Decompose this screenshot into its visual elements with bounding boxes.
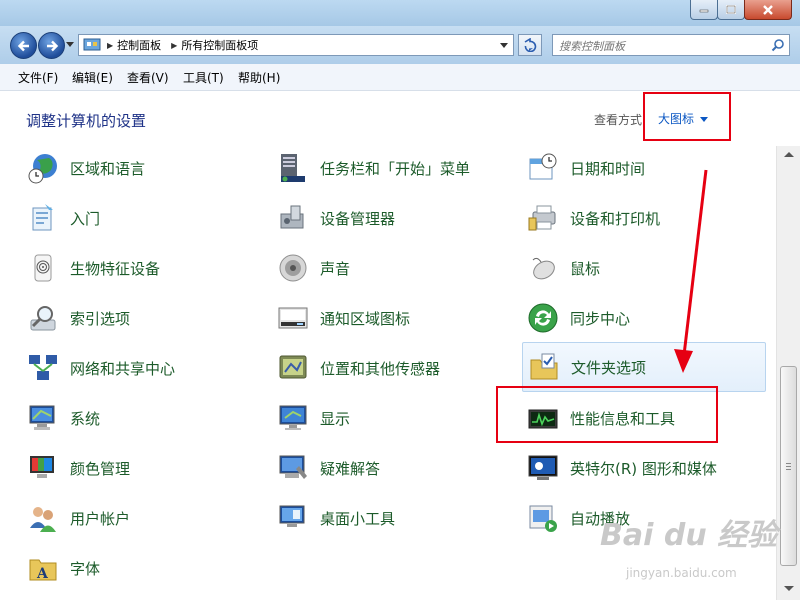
annotation-arrow — [674, 169, 708, 373]
forward-arrow-icon — [46, 40, 58, 51]
back-button[interactable] — [10, 32, 37, 59]
network-icon — [26, 351, 60, 385]
breadcrumb-control-panel[interactable]: 控制面板 — [117, 37, 161, 53]
item-sync-center[interactable]: 同步中心 — [526, 296, 630, 340]
item-notification-icons[interactable]: 通知区域图标 — [276, 296, 410, 340]
display-icon — [276, 401, 310, 435]
address-dropdown-icon[interactable] — [499, 39, 509, 51]
notification-area-icon — [276, 301, 310, 335]
item-fonts[interactable]: A 字体 — [26, 546, 100, 590]
menu-bar: 文件(F) 编辑(E) 查看(V) 工具(T) 帮助(H) — [0, 64, 800, 91]
gadgets-icon — [276, 501, 310, 535]
annotation-box-view-by — [643, 92, 731, 141]
item-user-accounts[interactable]: 用户帐户 — [26, 496, 130, 540]
view-by-label: 查看方式 — [594, 113, 643, 127]
sync-icon — [526, 301, 560, 335]
address-bar[interactable]: ▶ 控制面板 ▶ 所有控制面板项 — [78, 34, 514, 56]
item-color-management[interactable]: 颜色管理 — [26, 446, 130, 490]
search-input[interactable] — [553, 35, 771, 57]
svg-text:A: A — [36, 566, 49, 582]
item-region-language[interactable]: 区域和语言 — [26, 146, 145, 190]
baidu-watermark: Bai du 经验 — [600, 518, 778, 553]
item-location-sensors[interactable]: 位置和其他传感器 — [276, 346, 440, 390]
close-button[interactable] — [744, 0, 792, 20]
fingerprint-icon — [26, 251, 60, 285]
refresh-button[interactable] — [518, 34, 542, 56]
item-display[interactable]: 显示 — [276, 396, 350, 440]
title-bar[interactable] — [0, 0, 800, 26]
troubleshooting-icon — [276, 451, 310, 485]
mouse-icon — [526, 251, 560, 285]
search-box[interactable] — [552, 34, 790, 57]
breadcrumb-all-items[interactable]: 所有控制面板项 — [181, 37, 258, 53]
item-taskbar-start-menu[interactable]: 任务栏和「开始」菜单 — [276, 146, 470, 190]
item-desktop-gadgets[interactable]: 桌面小工具 — [276, 496, 395, 540]
item-system[interactable]: 系统 — [26, 396, 100, 440]
device-manager-icon — [276, 201, 310, 235]
scroll-up-icon[interactable] — [784, 152, 794, 157]
item-biometric[interactable]: 生物特征设备 — [26, 246, 160, 290]
page-title: 调整计算机的设置 — [26, 112, 147, 130]
item-indexing[interactable]: 索引选项 — [26, 296, 130, 340]
maximize-icon — [726, 5, 736, 14]
speaker-icon — [276, 251, 310, 285]
item-devices-printers[interactable]: 设备和打印机 — [526, 196, 660, 240]
close-icon — [763, 4, 773, 15]
item-mouse[interactable]: 鼠标 — [526, 246, 600, 290]
breadcrumb-separator-icon: ▶ — [107, 40, 114, 50]
search-icon[interactable] — [771, 38, 785, 52]
magnifier-icon — [26, 301, 60, 335]
item-intel-graphics[interactable]: 英特尔(R) 图形和媒体 — [526, 446, 717, 490]
calendar-clock-icon — [526, 151, 560, 185]
autoplay-icon — [526, 501, 560, 535]
control-panel-icon — [83, 38, 101, 51]
item-sound[interactable]: 声音 — [276, 246, 350, 290]
refresh-icon — [524, 38, 537, 52]
annotation-box-performance — [496, 386, 718, 443]
taskbar-icon — [276, 151, 310, 185]
maximize-button[interactable] — [717, 0, 745, 20]
menu-help[interactable]: 帮助(H) — [238, 69, 280, 86]
item-network-sharing[interactable]: 网络和共享中心 — [26, 346, 175, 390]
printer-icon — [526, 201, 560, 235]
menu-tools[interactable]: 工具(T) — [183, 69, 224, 86]
menu-view[interactable]: 查看(V) — [127, 69, 169, 86]
users-icon — [26, 501, 60, 535]
folder-options-icon — [527, 350, 561, 384]
control-panel-window: ▶ 控制面板 ▶ 所有控制面板项 文件(F) 编辑(E) 查看(V) 工具(T)… — [0, 0, 800, 600]
fonts-folder-icon: A — [26, 551, 60, 585]
menu-edit[interactable]: 编辑(E) — [72, 69, 113, 86]
color-management-icon — [26, 451, 60, 485]
location-sensor-icon — [276, 351, 310, 385]
globe-clock-icon — [26, 151, 60, 185]
item-device-manager[interactable]: 设备管理器 — [276, 196, 395, 240]
forward-button[interactable] — [38, 32, 65, 59]
minimize-button[interactable] — [690, 0, 718, 20]
recent-pages-dropdown-icon[interactable] — [66, 42, 74, 48]
back-arrow-icon — [17, 40, 29, 51]
watermark-url: jingyan.baidu.com — [626, 566, 737, 580]
scroll-down-icon[interactable] — [784, 586, 794, 591]
item-getting-started[interactable]: 入门 — [26, 196, 100, 240]
intel-graphics-icon — [526, 451, 560, 485]
item-date-time[interactable]: 日期和时间 — [526, 146, 645, 190]
vertical-scrollbar[interactable] — [776, 146, 800, 600]
breadcrumb-separator-icon: ▶ — [171, 40, 178, 50]
scrollbar-thumb[interactable] — [780, 366, 797, 566]
minimize-icon — [699, 9, 709, 12]
system-computer-icon — [26, 401, 60, 435]
item-troubleshooting[interactable]: 疑难解答 — [276, 446, 380, 490]
getting-started-icon — [26, 201, 60, 235]
menu-file[interactable]: 文件(F) — [18, 69, 58, 86]
